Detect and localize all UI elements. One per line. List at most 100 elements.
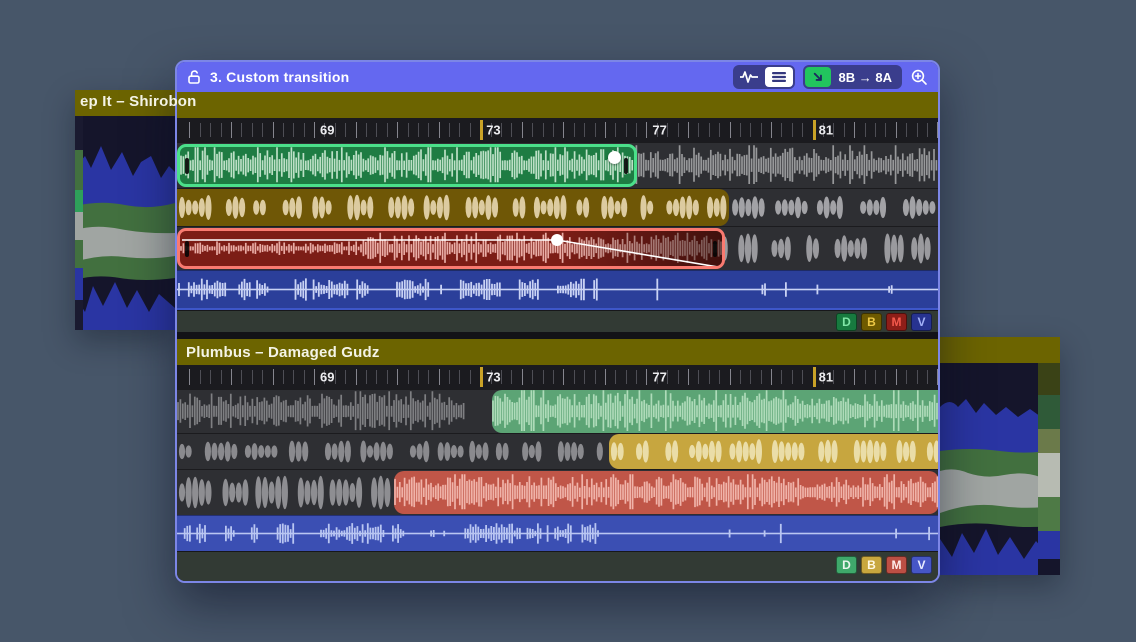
ruler-tick [397, 369, 398, 385]
stem-toggle-m[interactable]: M [886, 556, 907, 574]
stem-region-bass[interactable] [609, 434, 938, 469]
stem-region-drums[interactable] [394, 471, 938, 514]
ruler-tick [688, 122, 689, 138]
stem-toggle-v[interactable]: V [911, 556, 932, 574]
ruler-tick [854, 369, 855, 385]
stem-region-drums[interactable] [177, 228, 725, 269]
ruler-tick [200, 370, 201, 384]
ruler-tick [574, 123, 575, 137]
ruler-tick [335, 123, 336, 137]
fade-direction-button[interactable] [805, 67, 831, 87]
ruler-tick [646, 369, 647, 385]
stem-region-bass[interactable] [177, 189, 729, 226]
ruler-label: 73 [486, 370, 500, 385]
track2-energy-art [940, 363, 1060, 575]
ruler-tick [584, 370, 585, 384]
track2-melody-row [177, 389, 938, 433]
ruler-tick [792, 370, 793, 384]
ruler-tick [865, 370, 866, 384]
window-titlebar[interactable]: 3. Custom transition [177, 62, 938, 92]
ruler-label: 77 [652, 123, 666, 138]
automation-point[interactable] [608, 151, 621, 164]
ruler-label: 69 [320, 123, 334, 138]
ruler-tick [678, 370, 679, 384]
ruler-tick [470, 370, 471, 384]
region-trim-handle-right[interactable] [624, 158, 628, 174]
volume-automation-line[interactable] [180, 231, 722, 269]
ruler-tick [511, 123, 512, 137]
ruler-tick [885, 370, 886, 384]
ruler-tick [231, 122, 232, 138]
ruler-tick [262, 123, 263, 137]
ruler-tick [428, 370, 429, 384]
ruler-tick [231, 369, 232, 385]
ruler-tick [470, 123, 471, 137]
ruler-tick [761, 123, 762, 137]
key-transition-label: 8B → 8A [833, 70, 900, 85]
region-trim-handle-left[interactable] [185, 241, 189, 257]
ruler-tick [730, 369, 731, 385]
ruler-tick [345, 123, 346, 137]
track1-drums-row [177, 226, 938, 270]
ruler-tick [802, 123, 803, 137]
ruler-tick [937, 122, 938, 138]
ruler-tick [906, 370, 907, 384]
ruler-tick [719, 370, 720, 384]
ruler-tick [501, 123, 502, 137]
stem-toggle-b[interactable]: B [861, 313, 882, 331]
zoom-in-icon[interactable] [910, 68, 929, 87]
ruler-tick [698, 370, 699, 384]
ruler-tick [844, 370, 845, 384]
ruler-tick [584, 123, 585, 137]
ruler-tick [511, 370, 512, 384]
ruler-tick [221, 123, 222, 137]
stem-region-melody[interactable] [492, 390, 938, 433]
ruler-tick [200, 123, 201, 137]
ruler-tick [293, 370, 294, 384]
ruler-tick [678, 123, 679, 137]
ruler-tick [345, 370, 346, 384]
stem-toggle-b[interactable]: B [861, 556, 882, 574]
unlock-icon[interactable] [186, 69, 202, 85]
ruler-tick [241, 370, 242, 384]
ruler-accent-tick [813, 367, 816, 387]
track2-timeline-ruler[interactable]: 69737781 [177, 365, 938, 389]
region-trim-handle-right[interactable] [713, 241, 717, 257]
key-transition-group: 8B → 8A [803, 65, 902, 89]
ruler-tick [626, 370, 627, 384]
ruler-tick [761, 370, 762, 384]
ruler-tick [241, 123, 242, 137]
ruler-tick [366, 370, 367, 384]
ruler-tick [927, 370, 928, 384]
track1-vocals-row[interactable] [177, 270, 938, 310]
ruler-tick [563, 122, 564, 138]
stem-toggle-v[interactable]: V [911, 313, 932, 331]
ruler-tick [781, 123, 782, 137]
ruler-tick [792, 123, 793, 137]
ruler-tick [376, 123, 377, 137]
track1-timeline-ruler[interactable]: 69737781 [177, 118, 938, 142]
stem-toggle-d[interactable]: D [836, 556, 857, 574]
ruler-tick [304, 370, 305, 384]
ruler-tick [750, 370, 751, 384]
stem-toggle-d[interactable]: D [836, 313, 857, 331]
waveform-view-button[interactable] [735, 67, 763, 87]
ruler-tick [366, 123, 367, 137]
stem-region-melody[interactable] [177, 144, 637, 187]
ruler-label: 81 [819, 123, 833, 138]
list-view-button[interactable] [765, 67, 793, 87]
ruler-tick [252, 123, 253, 137]
ruler-label: 69 [320, 370, 334, 385]
region-trim-handle-left[interactable] [185, 158, 189, 174]
ruler-tick [387, 370, 388, 384]
stem-toggle-m[interactable]: M [886, 313, 907, 331]
waveform [177, 516, 938, 551]
ruler-tick [262, 370, 263, 384]
track2-vocals-row[interactable] [177, 515, 938, 551]
waveform [177, 470, 392, 515]
waveform [177, 434, 607, 469]
ruler-tick [917, 370, 918, 384]
ruler-tick [636, 123, 637, 137]
waveform [492, 390, 938, 433]
ruler-tick [522, 122, 523, 138]
